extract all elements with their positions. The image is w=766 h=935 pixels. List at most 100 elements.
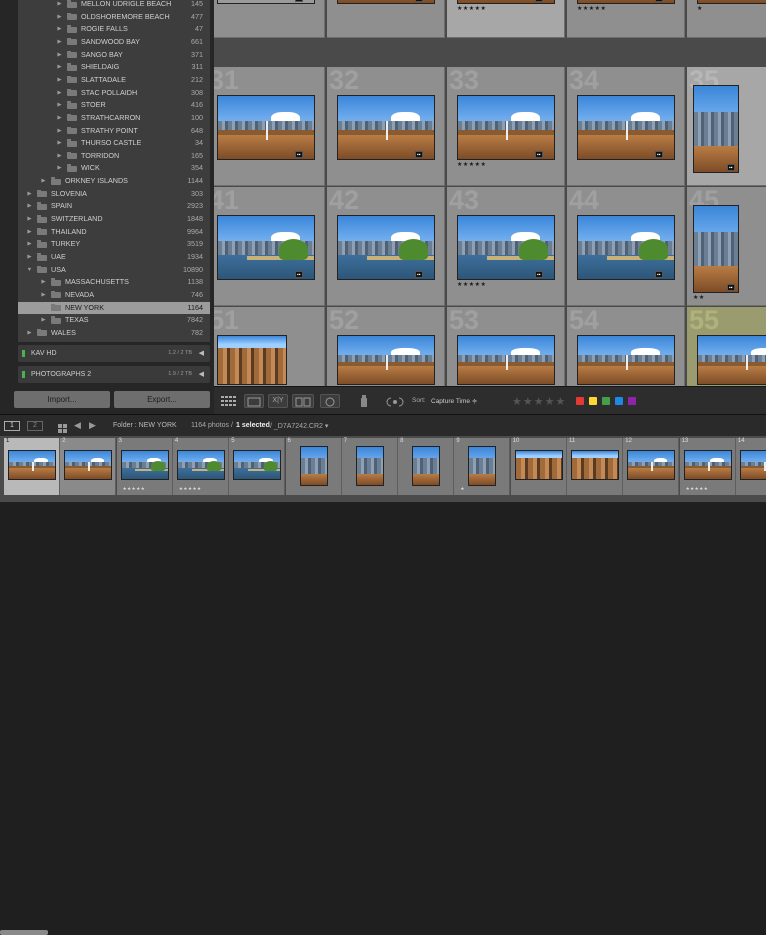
star-rating[interactable]: ★★★★★ [686,486,709,492]
grid-cell[interactable]: 33 ▪▪ ★★★★★ [447,67,565,186]
grid-icon[interactable] [58,421,68,433]
grid-cell[interactable]: ▪▪ ★★★★★ [567,0,685,38]
triangle-left-icon[interactable]: ◀ [199,366,204,383]
sort-select[interactable]: Capture Time ≑ [431,397,477,405]
star-rating[interactable]: ★★★★★ [457,161,486,168]
grid-cell[interactable]: 41 ▪▪ [214,187,325,306]
grid-cell[interactable]: 34 ▪▪ [567,67,685,186]
folder-item[interactable]: ▶ MELLON UDRIGLE BEACH 145 [18,0,210,11]
folder-item[interactable]: ▶ SLOVENIA 303 [18,188,210,201]
grid-cell[interactable]: ▪▪ [214,0,325,38]
filmstrip-cell[interactable]: 7 [341,438,398,495]
grid-cell[interactable]: 54 [567,307,685,386]
folder-item[interactable]: ▼ USA 10890 [18,264,210,277]
folder-item[interactable]: ▶ SLATTADALE 212 [18,74,210,87]
color-label-swatch[interactable] [615,397,623,405]
selected-filename[interactable]: / _D7A7242.CR2 ▾ [270,422,328,430]
triangle-right-icon[interactable]: ▶ [40,276,47,289]
filmstrip-cell[interactable]: 4 ★★★★★ [172,438,229,495]
grid-view-icon[interactable] [220,394,238,408]
filmstrip-cell[interactable]: 1 [4,438,60,495]
grid-cell[interactable]: ▪▪★ [687,0,766,38]
filmstrip-cell[interactable]: 14 [735,438,766,495]
color-label-swatch[interactable] [576,397,584,405]
triangle-right-icon[interactable]: ▶ [26,327,33,340]
triangle-right-icon[interactable]: ▶ [56,162,63,175]
folder-item[interactable]: ▶ MASSACHUSETTS 1138 [18,276,210,289]
color-label-swatch[interactable] [602,397,610,405]
people-view-icon[interactable] [320,394,340,408]
metadata-badge-icon[interactable]: ▪▪ [295,271,303,278]
filmstrip-cell[interactable]: 8 [398,438,455,495]
folder-item[interactable]: ▶ SPAIN 2923 [18,200,210,213]
triangle-right-icon[interactable]: ▶ [56,125,63,138]
metadata-badge-icon[interactable]: ▪▪ [535,0,543,2]
folder-item[interactable]: ▶ TEXAS 7842 [18,314,210,327]
grid-cell[interactable]: 43 ▪▪ ★★★★★ [447,187,565,306]
triangle-right-icon[interactable]: ▶ [40,302,47,315]
grid-cell[interactable]: ▪▪ ★★★★★ [447,0,565,38]
filmstrip-scrollbar[interactable] [0,930,48,935]
folder-item[interactable]: ▶ OLDSHOREMORE BEACH 477 [18,11,210,24]
metadata-badge-icon[interactable]: ▪▪ [415,0,423,2]
folder-item[interactable]: ▶ STOER 416 [18,99,210,112]
metadata-badge-icon[interactable]: ▪▪ [295,0,303,2]
forward-arrow-icon[interactable]: ▶ [89,420,96,431]
triangle-right-icon[interactable]: ▶ [56,61,63,74]
folder-item[interactable]: ▶ STAC POLLAIDH 308 [18,87,210,100]
metadata-badge-icon[interactable]: ▪▪ [535,271,543,278]
filmstrip-cell[interactable]: 6 [285,438,342,495]
star-rating[interactable]: ★★ [693,294,705,301]
metadata-badge-icon[interactable]: ▪▪ [295,151,303,158]
filmstrip-cell[interactable]: 12 [623,438,680,495]
star-rating[interactable]: ★★★★★ [123,486,146,492]
metadata-badge-icon[interactable]: ▪▪ [727,284,735,291]
triangle-right-icon[interactable]: ▶ [56,36,63,49]
triangle-left-icon[interactable]: ◀ [199,345,204,362]
filmstrip-cell[interactable]: 9 ★ [454,438,511,495]
filmstrip-cell[interactable]: 5 [229,438,286,495]
triangle-right-icon[interactable]: ▶ [56,11,63,24]
page-1-button[interactable]: 1 [4,421,20,431]
filmstrip-cell[interactable]: 10 [510,438,567,495]
metadata-badge-icon[interactable]: ▪▪ [415,151,423,158]
star-rating[interactable]: ★ [697,5,703,12]
triangle-right-icon[interactable]: ▶ [26,251,33,264]
folder-item[interactable]: ▶ NEW YORK 1164 [18,301,210,315]
import-button[interactable]: Import... [14,391,110,408]
folder-item[interactable]: ▶ SANGO BAY 371 [18,49,210,62]
filmstrip-cell[interactable]: 11 [567,438,623,495]
triangle-right-icon[interactable]: ▶ [56,112,63,125]
folder-item[interactable]: ▶ SANDWOOD BAY 661 [18,36,210,49]
grid-cell[interactable]: 35 ▪▪ [687,67,766,186]
spray-can-icon[interactable] [359,394,369,408]
triangle-right-icon[interactable]: ▶ [26,226,33,239]
metadata-badge-icon[interactable]: ▪▪ [535,151,543,158]
folder-item[interactable]: ▶ SWITZERLAND 1848 [18,213,210,226]
compare-view-icon[interactable]: X|Y [268,394,288,408]
filmstrip-cell[interactable]: 2 [60,438,117,495]
painter-icon[interactable] [384,395,406,407]
back-arrow-icon[interactable]: ◀ [74,420,81,431]
triangle-right-icon[interactable]: ▶ [56,87,63,100]
triangle-down-icon[interactable]: ▼ [26,264,33,277]
volume-kav-hd[interactable]: KAV HD 1.2 / 2 TB ◀ [18,345,210,362]
folder-item[interactable]: ▶ UAE 1934 [18,251,210,264]
color-label-swatch[interactable] [628,397,636,405]
triangle-right-icon[interactable]: ▶ [56,150,63,163]
triangle-right-icon[interactable]: ▶ [56,0,63,11]
metadata-badge-icon[interactable]: ▪▪ [655,0,663,2]
folder-item[interactable]: ▶ SHIELDAIG 311 [18,61,210,74]
page-2-button[interactable]: 2 [27,421,43,431]
folder-item[interactable]: ▶ WICK 354 [18,162,210,175]
volume-photographs-2[interactable]: PHOTOGRAPHS 2 1.9 / 2 TB ◀ [18,366,210,383]
grid-cell[interactable]: 51 [214,307,325,386]
triangle-right-icon[interactable]: ▶ [56,23,63,36]
folder-item[interactable]: ▶ THURSO CASTLE 34 [18,137,210,150]
folder-item[interactable]: ▶ STRATHCARRON 100 [18,112,210,125]
rating-filter-stars[interactable]: ★★★★★ [512,395,566,408]
folder-item[interactable]: ▶ ORKNEY ISLANDS 1144 [18,175,210,188]
metadata-badge-icon[interactable]: ▪▪ [727,164,735,171]
export-button[interactable]: Export... [114,391,210,408]
triangle-right-icon[interactable]: ▶ [56,137,63,150]
